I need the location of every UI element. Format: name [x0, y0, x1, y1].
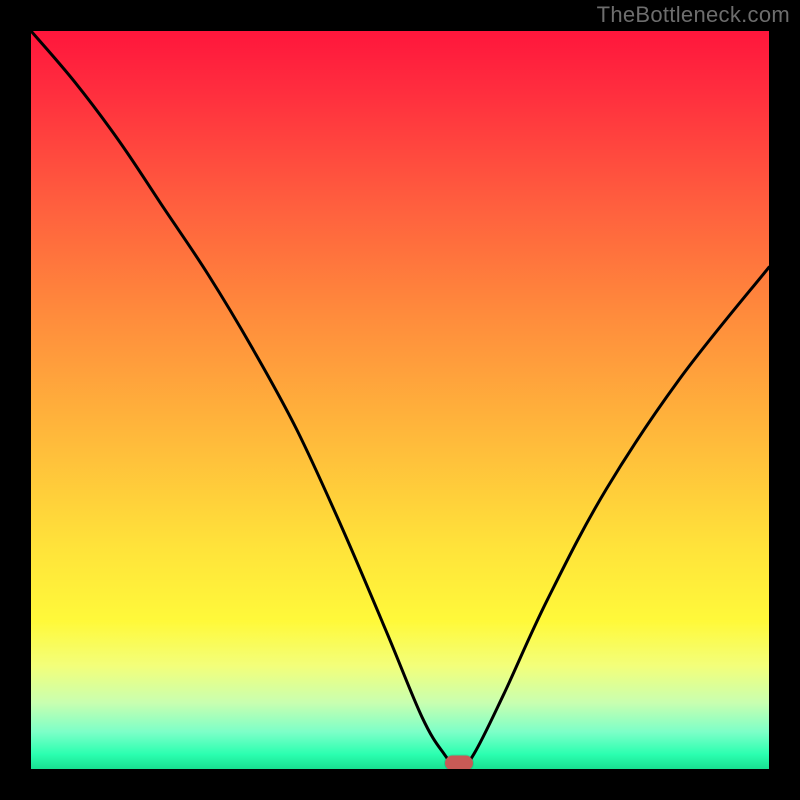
- watermark-text: TheBottleneck.com: [597, 2, 790, 28]
- plot-area: [31, 31, 769, 769]
- bottleneck-curve: [31, 31, 769, 769]
- chart-stage: TheBottleneck.com: [0, 0, 800, 800]
- minimum-marker: [445, 756, 473, 770]
